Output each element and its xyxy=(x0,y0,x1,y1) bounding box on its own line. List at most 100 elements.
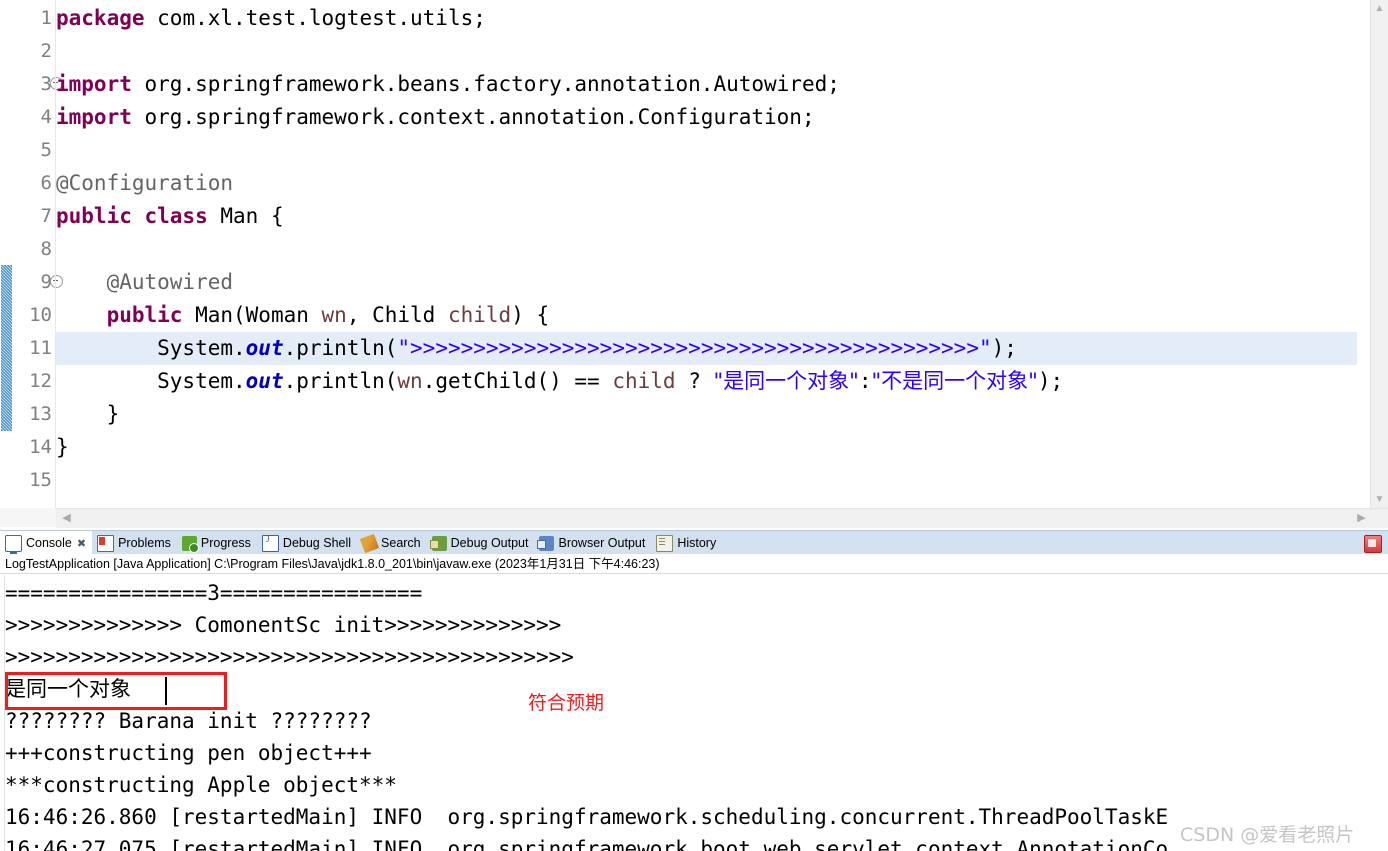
code-token: : xyxy=(859,369,872,393)
line-number: 10 xyxy=(12,299,52,332)
code-token: "不是同一个对象" xyxy=(871,369,1037,393)
code-line[interactable]: import org.springframework.beans.factory… xyxy=(56,68,1357,101)
code-text-area[interactable]: package com.xl.test.logtest.utils; import… xyxy=(56,0,1357,508)
code-line[interactable]: @Autowired xyxy=(56,266,1357,299)
code-token: import xyxy=(56,72,145,96)
console-line: >>>>>>>>>>>>>> ComonentSc init>>>>>>>>>>… xyxy=(5,609,561,641)
view-tab-label: Problems xyxy=(118,536,171,550)
code-token: Man(Woman xyxy=(195,303,321,327)
line-number: 11 xyxy=(12,332,52,365)
code-token: ) { xyxy=(511,303,549,327)
view-tab-label: Debug Output xyxy=(451,536,529,550)
line-number: 2 xyxy=(12,35,52,68)
view-tab-search[interactable]: Search xyxy=(357,531,427,555)
code-token: System. xyxy=(56,336,246,360)
console-icon xyxy=(5,535,22,552)
debug-output-icon xyxy=(432,536,447,551)
code-token: org.springframework.beans.factory.annota… xyxy=(145,72,840,96)
line-number: 7 xyxy=(12,200,52,233)
code-token: com.xl.test.logtest.utils; xyxy=(157,6,486,30)
code-token: package xyxy=(56,6,157,30)
code-token: org.springframework.context.annotation.C… xyxy=(145,105,815,129)
code-token: child xyxy=(612,369,675,393)
history-icon xyxy=(656,535,673,552)
terminate-button[interactable] xyxy=(1364,535,1382,553)
code-line[interactable] xyxy=(56,233,1357,266)
line-number-gutter[interactable]: 123456789101112131415 xyxy=(13,0,55,508)
console-line: 16:46:26.860 [restartedMain] INFO org.sp… xyxy=(5,801,1168,833)
editor-vertical-scrollbar[interactable]: ▲ ▼ xyxy=(1370,0,1388,508)
code-token: ); xyxy=(992,336,1017,360)
line-number: 5 xyxy=(12,134,52,167)
line-number: 4 xyxy=(12,101,52,134)
browser-output-icon xyxy=(539,536,554,551)
code-line[interactable]: package com.xl.test.logtest.utils; xyxy=(56,2,1357,35)
code-token: System. xyxy=(56,369,246,393)
close-icon[interactable]: ✖ xyxy=(77,537,86,550)
view-tab-label: Browser Output xyxy=(558,536,645,550)
console-line: 16:46:27.075 [restartedMain] INFO org.sp… xyxy=(5,833,1168,851)
line-number: 9 xyxy=(12,266,52,299)
debug-shell-icon xyxy=(262,535,279,552)
csdn-watermark: CSDN @爱看老照片 xyxy=(1180,820,1354,847)
code-token: wn xyxy=(397,369,422,393)
view-tab-label: Progress xyxy=(201,536,251,550)
console-output-text[interactable]: ================3================>>>>>>>… xyxy=(5,575,1388,851)
code-token: , Child xyxy=(347,303,448,327)
code-token: public class xyxy=(56,204,220,228)
code-line[interactable]: @Configuration xyxy=(56,167,1357,200)
method-range-annotation xyxy=(1,265,12,431)
scroll-down-arrow-icon[interactable]: ▼ xyxy=(1371,491,1388,508)
code-token: out xyxy=(246,369,284,393)
code-token: child xyxy=(448,303,511,327)
red-highlight-box xyxy=(5,672,227,710)
code-line[interactable]: public Man(Woman wn, Child child) { xyxy=(56,299,1357,332)
code-line[interactable]: System.out.println(wn.getChild() == chil… xyxy=(56,365,1357,398)
view-tab-history[interactable]: History xyxy=(651,531,722,555)
scroll-up-arrow-icon[interactable]: ▲ xyxy=(1371,0,1388,17)
problems-icon xyxy=(97,535,114,552)
view-tab-console[interactable]: Console ✖ xyxy=(0,531,92,555)
editor-horizontal-scrollbar[interactable]: ◀ ▶ xyxy=(56,508,1388,528)
view-tab-browser-output[interactable]: Browser Output xyxy=(534,531,651,555)
code-line[interactable] xyxy=(56,464,1357,497)
code-token: .getChild() == xyxy=(423,369,613,393)
view-tab-bar: Console ✖ Problems Progress Debug Shell Searc… xyxy=(0,530,1388,555)
code-line[interactable]: System.out.println(">>>>>>>>>>>>>>>>>>>>… xyxy=(56,332,1357,365)
code-token: .println( xyxy=(284,336,398,360)
code-line[interactable]: import org.springframework.context.annot… xyxy=(56,101,1357,134)
console-line: ***constructing Apple object*** xyxy=(5,769,397,801)
console-line: >>>>>>>>>>>>>>>>>>>>>>>>>>>>>>>>>>>>>>>>… xyxy=(5,641,574,673)
code-line[interactable] xyxy=(56,35,1357,68)
search-icon xyxy=(360,533,379,552)
line-number: 12 xyxy=(12,365,52,398)
view-tab-debug-output[interactable]: Debug Output xyxy=(427,531,535,555)
code-token xyxy=(56,303,107,327)
view-tab-problems[interactable]: Problems xyxy=(92,531,177,555)
editor-bottom-left-strip xyxy=(0,508,56,527)
code-line[interactable]: } xyxy=(56,398,1357,431)
view-tab-label: Search xyxy=(381,536,421,550)
view-tab-progress[interactable]: Progress xyxy=(177,531,257,555)
code-token: ); xyxy=(1038,369,1063,393)
scroll-left-arrow-icon[interactable]: ◀ xyxy=(58,509,75,528)
code-token: Man { xyxy=(220,204,283,228)
text-caret xyxy=(165,677,167,705)
console-line: ================3================ xyxy=(5,577,422,609)
code-line[interactable]: public class Man { xyxy=(56,200,1357,233)
code-token: "是同一个对象" xyxy=(714,369,859,393)
code-line[interactable] xyxy=(56,134,1357,167)
line-number: 8 xyxy=(12,233,52,266)
scroll-right-arrow-icon[interactable]: ▶ xyxy=(1353,509,1370,528)
line-number: 3 xyxy=(12,68,52,101)
view-tab-label: Console xyxy=(26,536,72,550)
view-tab-debug-shell[interactable]: Debug Shell xyxy=(257,531,357,555)
progress-icon xyxy=(182,536,197,551)
code-token: } xyxy=(56,402,119,426)
code-token: wn xyxy=(322,303,347,327)
code-token: import xyxy=(56,105,145,129)
code-line[interactable]: } xyxy=(56,431,1357,464)
code-token: out xyxy=(246,336,284,360)
view-tab-label: History xyxy=(677,536,716,550)
expectation-note: 符合预期 xyxy=(528,688,604,715)
